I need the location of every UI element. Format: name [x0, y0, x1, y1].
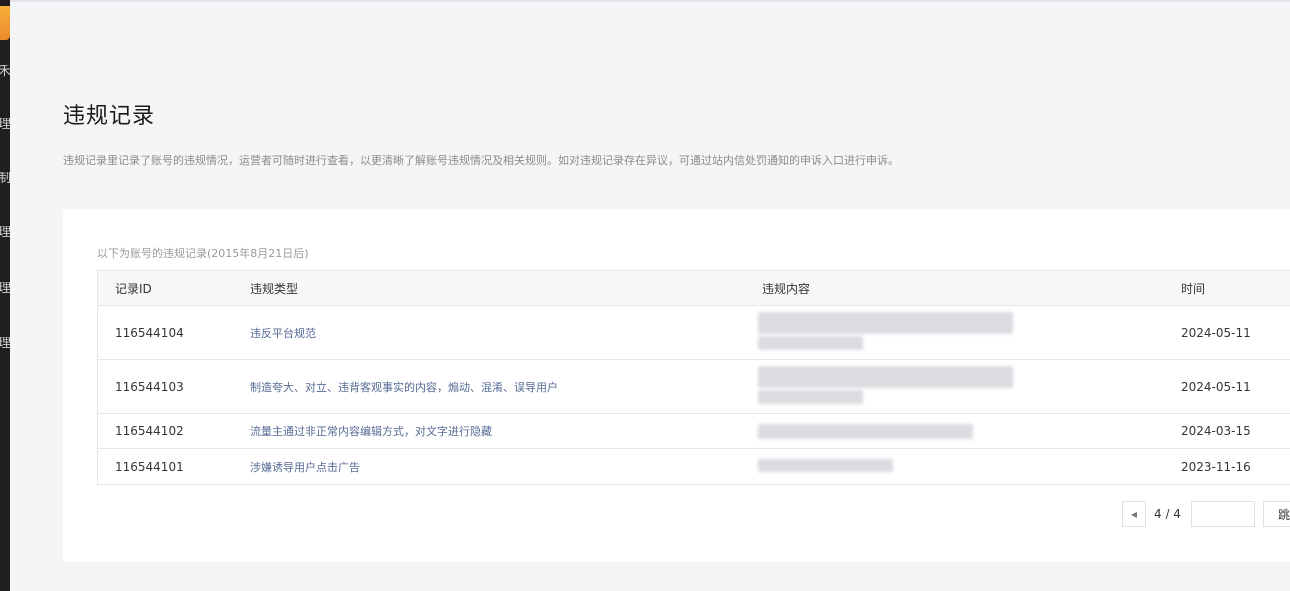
record-time: 2023-11-16 [1181, 459, 1251, 474]
records-note: 以下为账号的违规记录(2015年8月21日后) [97, 247, 309, 260]
column-header-content: 违规内容 [762, 281, 811, 296]
sidebar-item[interactable]: 理 [0, 282, 10, 296]
blurred-content [758, 336, 863, 350]
sidebar-item[interactable]: 理 [0, 337, 10, 351]
violation-type-link[interactable]: 流量主通过非正常内容编辑方式，对文字进行隐藏 [250, 414, 492, 448]
top-divider [10, 0, 1290, 2]
column-header-id: 记录ID [115, 281, 152, 296]
pagination: ◀ 4 / 4 跳转 [63, 501, 1290, 527]
caret-left-icon: ◀ [1130, 509, 1138, 519]
blurred-content [758, 366, 1013, 388]
table-header-row: 记录ID 违规类型 违规内容 时间 [98, 271, 1290, 306]
sidebar-item[interactable]: 理 [0, 226, 10, 240]
record-time: 2024-03-15 [1181, 424, 1251, 438]
record-id: 116544101 [115, 459, 184, 474]
sidebar-item[interactable]: 禾 [0, 65, 10, 79]
jump-button[interactable]: 跳转 [1263, 501, 1290, 527]
record-id: 116544104 [115, 325, 184, 340]
table-row: 116544101 涉嫌诱导用户点击广告 2023-11-16 [98, 449, 1290, 484]
violation-card: 以下为账号的违规记录(2015年8月21日后) 记录ID 违规类型 违规内容 时… [63, 209, 1290, 562]
record-time: 2024-05-11 [1181, 325, 1251, 340]
record-id: 116544102 [115, 424, 184, 438]
table-row: 116544103 制造夸大、对立、违背客观事实的内容，煽动、混淆、误导用户 2… [98, 360, 1290, 414]
page-title: 违规记录 [63, 104, 156, 129]
table-row: 116544102 流量主通过非正常内容编辑方式，对文字进行隐藏 2024-03… [98, 414, 1290, 449]
logo [0, 6, 10, 40]
violation-type-link[interactable]: 制造夸大、对立、违背客观事实的内容，煽动、混淆、误导用户 [250, 360, 558, 413]
blurred-content [758, 459, 893, 472]
page-description: 违规记录里记录了账号的违规情况，运营者可随时进行查看，以更清晰了解账号违规情况及… [63, 154, 899, 167]
blurred-content [758, 312, 1013, 334]
blurred-content [758, 390, 863, 404]
page-number-input[interactable] [1191, 501, 1255, 527]
blurred-content [758, 424, 973, 439]
sidebar: 禾 理 制 理 理 理 [0, 0, 10, 591]
table-row: 116544104 违反平台规范 2024-05-11 [98, 306, 1290, 360]
record-time: 2024-05-11 [1181, 379, 1251, 394]
record-id: 116544103 [115, 379, 184, 394]
column-header-time: 时间 [1181, 281, 1206, 296]
violation-type-link[interactable]: 涉嫌诱导用户点击广告 [250, 449, 360, 484]
violation-type-link[interactable]: 违反平台规范 [250, 306, 316, 359]
sidebar-item[interactable]: 制 [0, 172, 10, 186]
prev-page-button[interactable]: ◀ [1122, 501, 1146, 527]
violation-table: 记录ID 违规类型 违规内容 时间 116544104 违反平台规范 2024-… [97, 270, 1290, 485]
page-indicator: 4 / 4 [1154, 507, 1181, 521]
sidebar-item[interactable]: 理 [0, 118, 10, 132]
column-header-type: 违规类型 [250, 281, 299, 296]
